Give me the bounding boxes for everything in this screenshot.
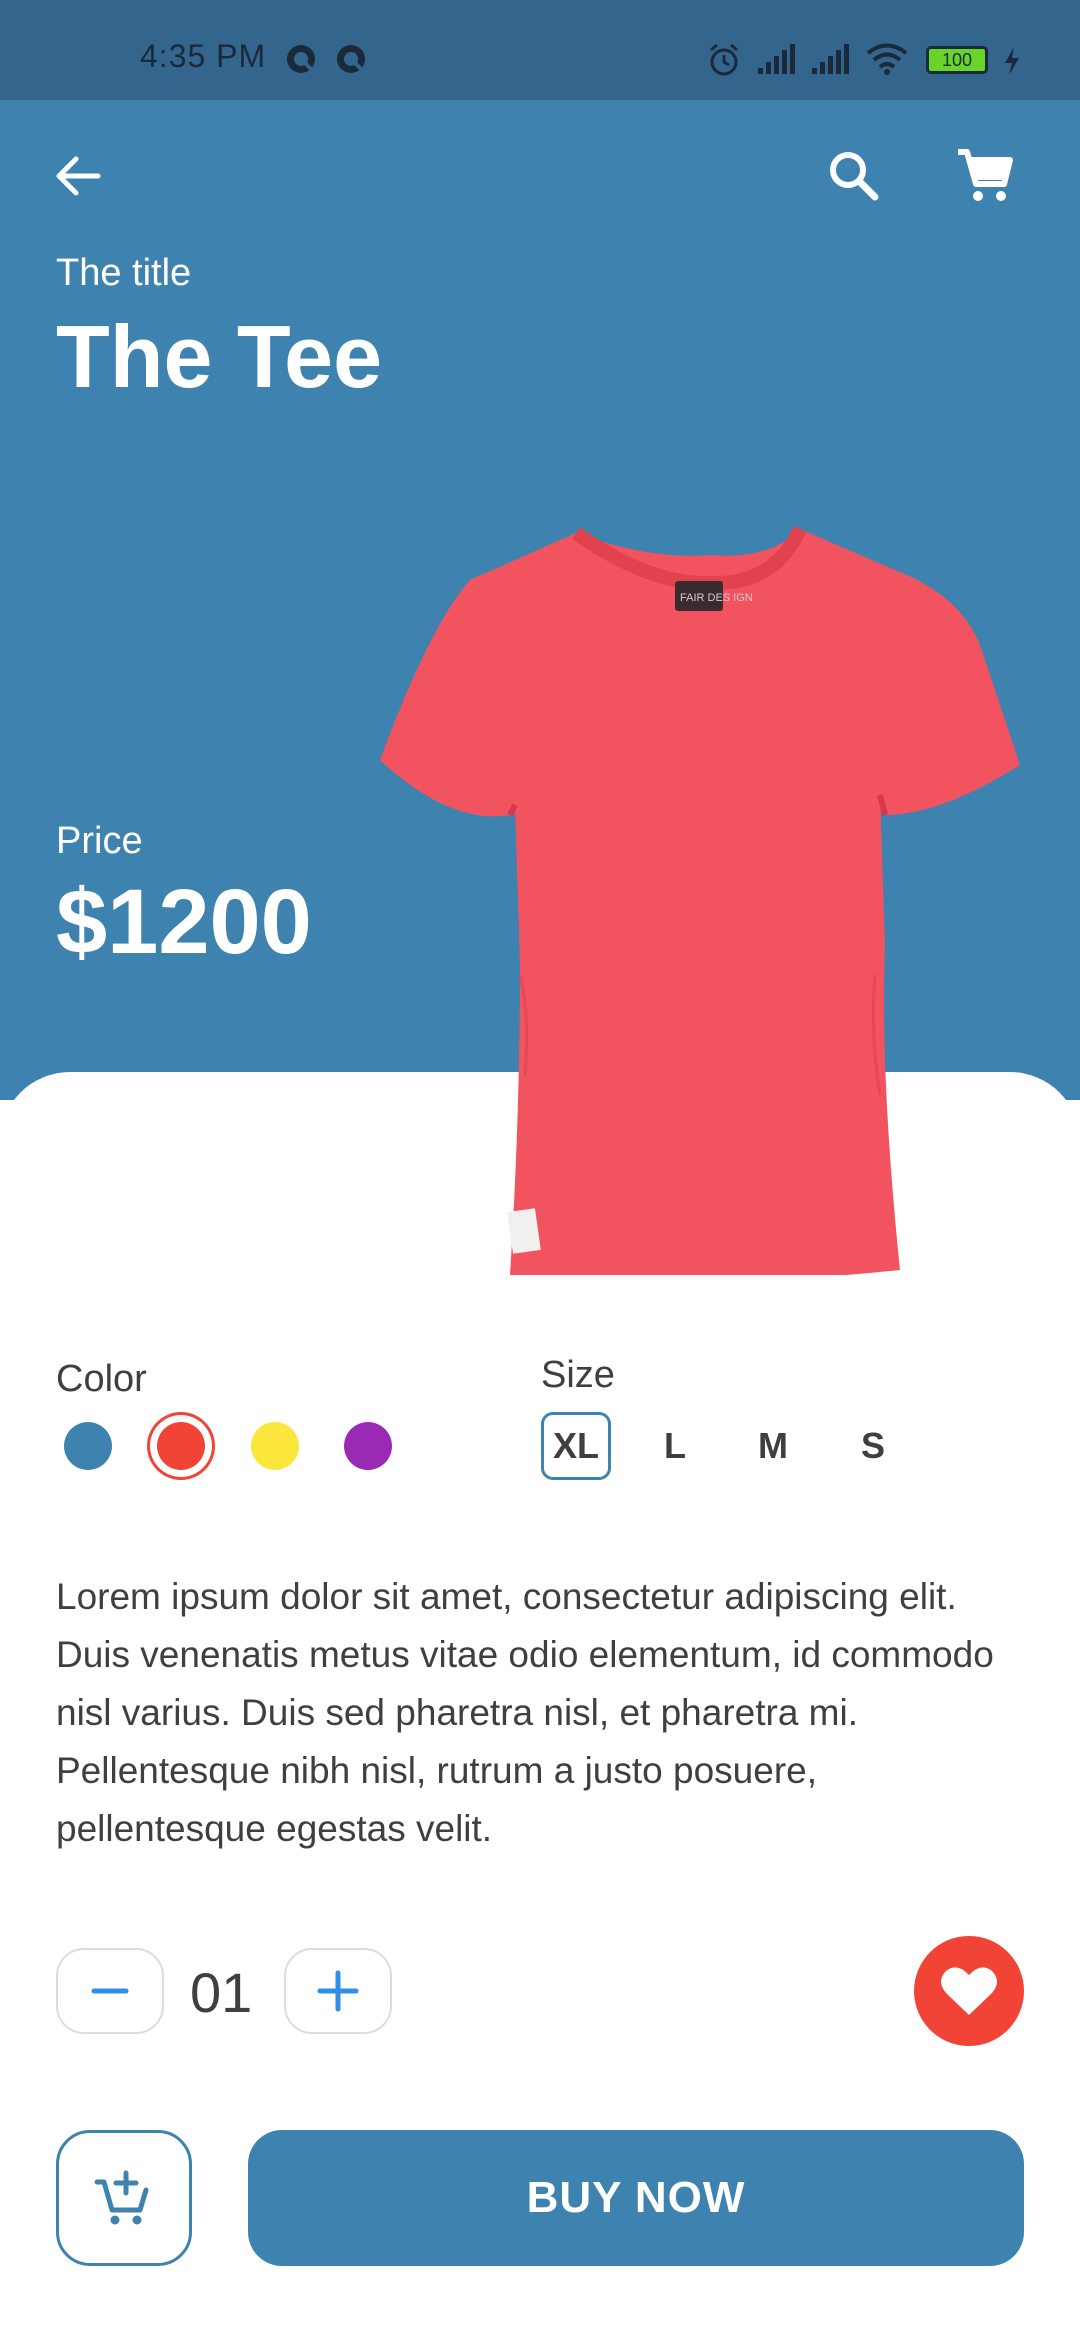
search-button[interactable]	[818, 140, 890, 212]
minus-icon	[91, 1988, 129, 1994]
notification-icon	[337, 45, 365, 73]
signal-icon	[758, 44, 795, 74]
color-swatch-purple[interactable]	[344, 1422, 392, 1470]
product-price: $1200	[56, 871, 312, 973]
title-label: The title	[56, 252, 192, 294]
color-label: Color	[56, 1358, 147, 1400]
battery-level: 100	[941, 49, 973, 70]
quantity-value: 01	[190, 1961, 253, 2024]
buy-now-button[interactable]: BUY NOW	[248, 2130, 1024, 2266]
status-bar: 4:35 PM 100	[0, 0, 1080, 100]
heart-icon	[941, 1967, 997, 2015]
cart-button[interactable]	[948, 140, 1020, 212]
size-option-xl[interactable]: XL	[541, 1412, 611, 1480]
price-label: Price	[56, 820, 143, 862]
alarm-icon	[710, 43, 738, 76]
product-title: The Tee	[56, 307, 383, 406]
tee-tag-text: FAIR DES IGN	[680, 592, 753, 604]
search-icon	[830, 152, 879, 201]
cart-plus-icon	[94, 2170, 149, 2225]
color-swatch-red[interactable]	[157, 1422, 205, 1470]
product-image: FAIR DES IGN	[380, 525, 1020, 1275]
battery-icon: 100	[926, 46, 988, 74]
plus-icon	[317, 1970, 359, 2012]
shopping-cart-icon	[958, 149, 1013, 201]
quantity-increment-button[interactable]	[284, 1948, 392, 2034]
arrow-left-icon	[56, 156, 101, 196]
product-description: Lorem ipsum dolor sit amet, consectetur …	[56, 1576, 994, 1849]
size-option-m[interactable]: M	[738, 1412, 808, 1480]
wifi-icon	[866, 43, 908, 75]
size-option-s[interactable]: S	[838, 1412, 908, 1480]
charging-icon	[1005, 47, 1019, 75]
quantity-decrement-button[interactable]	[56, 1948, 164, 2034]
back-button[interactable]	[42, 140, 114, 212]
size-label: Size	[541, 1354, 615, 1396]
favorite-button[interactable]	[914, 1936, 1024, 2046]
notification-icon	[287, 45, 315, 73]
add-to-cart-button[interactable]	[56, 2130, 192, 2266]
size-option-l[interactable]: L	[640, 1412, 710, 1480]
color-swatch-blue[interactable]	[64, 1422, 112, 1470]
color-swatch-yellow[interactable]	[251, 1422, 299, 1470]
signal-icon	[812, 44, 849, 74]
status-time: 4:35 PM	[140, 38, 267, 74]
